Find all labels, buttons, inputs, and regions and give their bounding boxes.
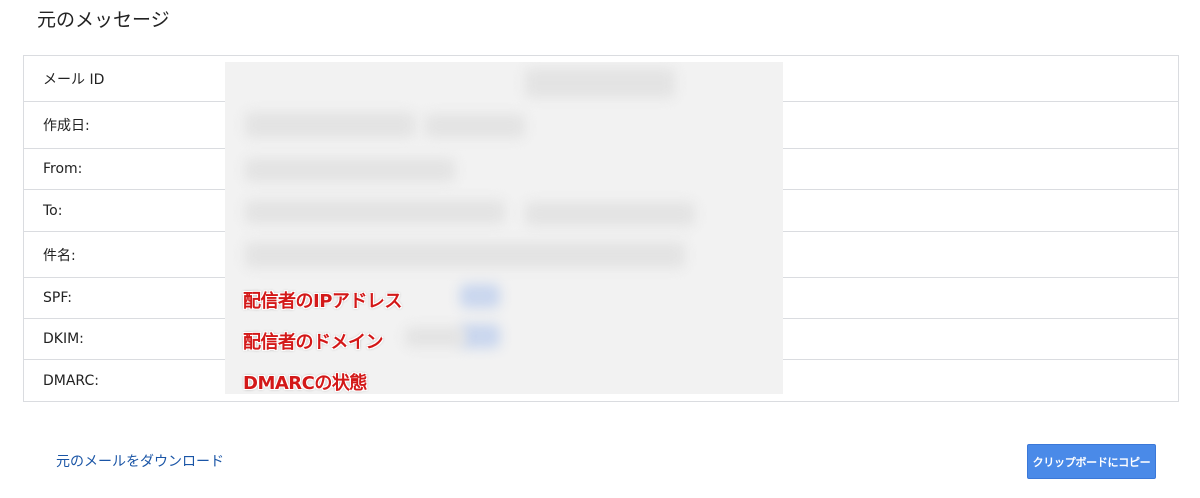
redaction-blob [245, 200, 505, 224]
copy-to-clipboard-button[interactable]: クリップボードにコピー [1027, 444, 1156, 479]
redaction-blob [405, 327, 465, 347]
row-label-dmarc: DMARC: [43, 372, 99, 389]
annotation-dkim-domain: 配信者のドメイン [243, 332, 384, 353]
annotation-dmarc-status: DMARCの状態 [243, 373, 367, 394]
row-label-from: From: [43, 161, 83, 177]
row-label-created: 作成日: [43, 118, 90, 134]
row-label-message-id: メール ID [43, 71, 105, 88]
redaction-blob [245, 158, 455, 182]
redaction-blob [245, 112, 415, 138]
redaction-blob [525, 202, 695, 226]
row-label-spf: SPF: [43, 290, 73, 306]
row-label-to: To: [43, 202, 63, 219]
page-title: 元のメッセージ [37, 9, 170, 31]
row-label-subject: 件名: [43, 247, 76, 264]
redaction-blob [460, 284, 500, 308]
redaction-blob [460, 324, 500, 348]
redaction-blob [245, 242, 685, 268]
annotation-spf-ip-address: 配信者のIPアドレス [243, 291, 402, 312]
redaction-blob [525, 68, 675, 98]
row-label-dkim: DKIM: [43, 331, 84, 347]
redaction-blob [425, 114, 525, 138]
download-original-link[interactable]: 元のメールをダウンロード [56, 451, 224, 471]
